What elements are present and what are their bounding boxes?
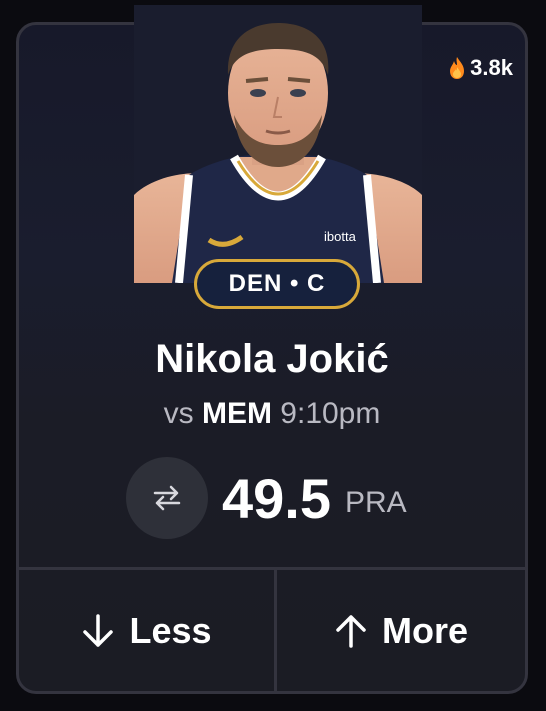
projection-row: 49.5 PRA — [126, 457, 407, 539]
more-label: More — [381, 609, 468, 651]
swap-arrows-icon — [153, 485, 181, 511]
player-name: Nikola Jokić — [155, 337, 389, 381]
less-label: Less — [129, 609, 212, 651]
jersey-sponsor: ibotta — [324, 229, 357, 244]
team-position-badge: DEN • C — [194, 259, 360, 309]
arrow-down-icon — [83, 613, 114, 647]
stat-type: PRA — [345, 486, 407, 519]
popularity-indicator: 3.8k — [448, 55, 513, 81]
game-time: 9:10pm — [280, 397, 381, 430]
matchup-prefix: vs — [163, 397, 194, 430]
more-button[interactable]: More — [277, 570, 525, 691]
flame-icon — [450, 57, 465, 79]
popularity-count: 3.8k — [470, 55, 513, 80]
game-info: vs MEM 9:10pm — [19, 397, 525, 431]
player-prop-card: ibotta 3.8k DEN • C Nikola Jokić vs MEM … — [16, 5, 528, 694]
opponent-team: MEM — [201, 397, 272, 430]
swap-stat-button[interactable] — [126, 457, 208, 539]
arrow-up-icon — [336, 614, 366, 648]
less-button[interactable]: Less — [19, 570, 274, 691]
player-headshot: ibotta — [134, 5, 422, 283]
projection-line: 49.5 — [222, 466, 331, 530]
